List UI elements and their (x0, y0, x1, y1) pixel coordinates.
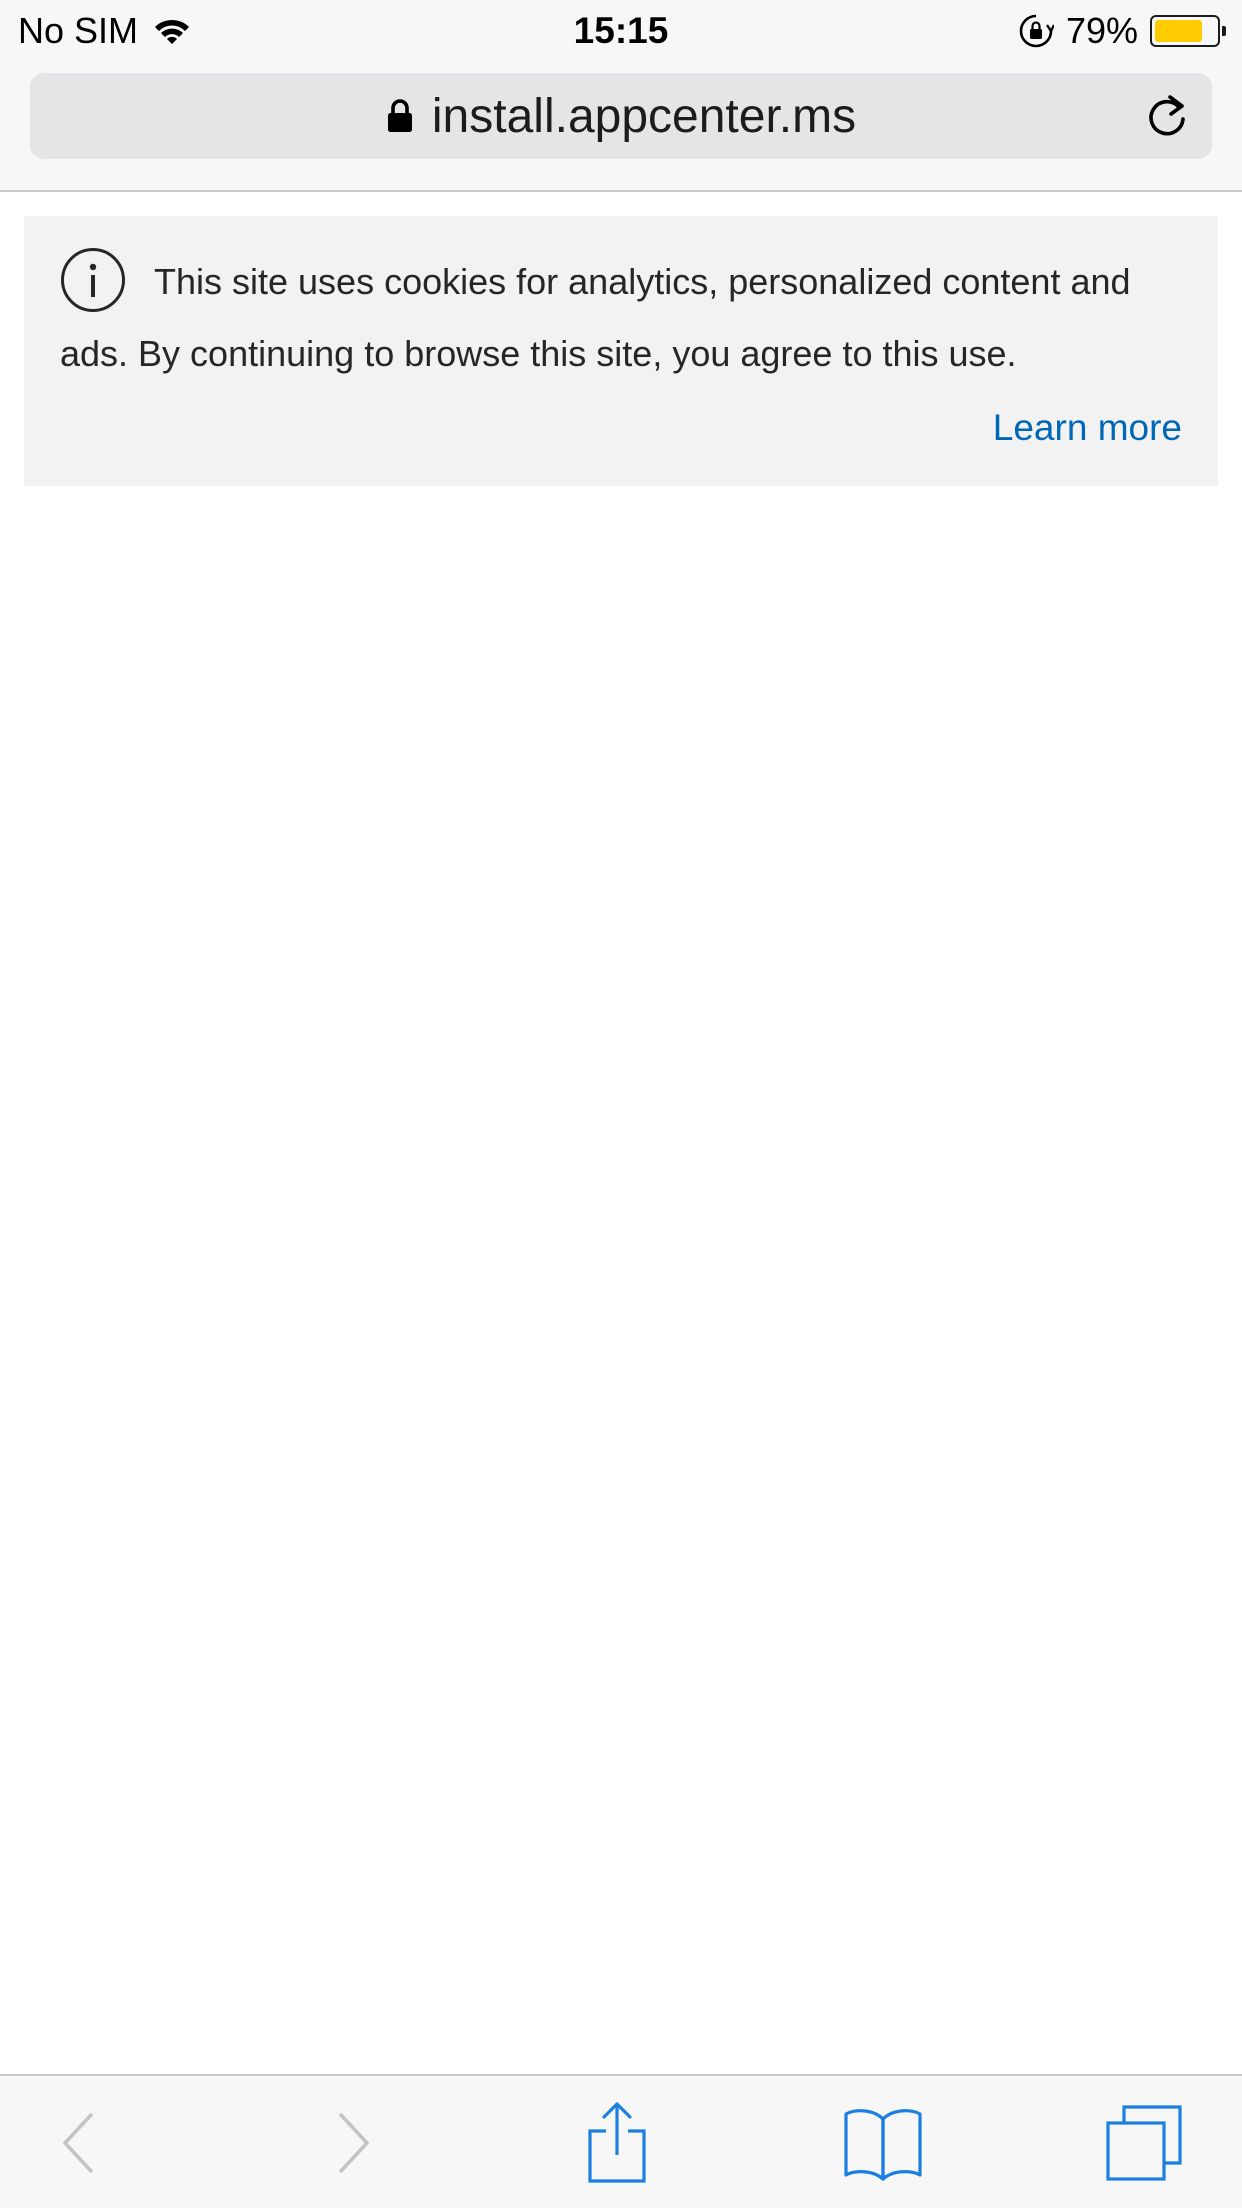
status-left: No SIM (18, 8, 192, 54)
lock-icon (387, 99, 412, 132)
status-bar: No SIM 15:15 79% (0, 0, 1242, 62)
bottom-toolbar (0, 2074, 1242, 2208)
bookmarks-button[interactable] (833, 2096, 933, 2190)
tabs-button[interactable] (1094, 2096, 1194, 2190)
learn-more-link[interactable]: Learn more (993, 392, 1182, 464)
battery-fill (1155, 20, 1203, 42)
status-right: 79% (1018, 8, 1226, 54)
address-bar[interactable]: install.appcenter.ms (30, 73, 1212, 159)
cookie-text-block: This site uses cookies for analytics, pe… (60, 246, 1180, 390)
cookie-banner: This site uses cookies for analytics, pe… (24, 216, 1218, 486)
browser-top-chrome: No SIM 15:15 79% install.appcenter.ms (0, 0, 1242, 192)
url-text[interactable]: install.appcenter.ms (432, 89, 856, 144)
reload-icon (1149, 95, 1185, 136)
battery-percent: 79% (1065, 10, 1138, 51)
chevron-left-icon (63, 2113, 93, 2173)
carrier-label: No SIM (18, 10, 139, 51)
share-icon (588, 2102, 646, 2183)
chevron-right-icon (339, 2113, 369, 2173)
forward-button[interactable] (304, 2096, 404, 2190)
share-button[interactable] (567, 2096, 667, 2190)
reload-button[interactable] (1142, 91, 1192, 141)
back-button[interactable] (28, 2096, 128, 2190)
wifi-icon (155, 19, 190, 44)
battery-body (1150, 15, 1220, 47)
rotation-lock-icon (1019, 14, 1054, 48)
cookie-message: This site uses cookies for analytics, pe… (60, 261, 1131, 374)
tabs-icon (1106, 2105, 1182, 2181)
address-content[interactable]: install.appcenter.ms (30, 73, 1212, 159)
battery-icon (1150, 15, 1226, 47)
book-icon (844, 2109, 922, 2181)
battery-tip (1222, 26, 1226, 36)
info-icon (60, 247, 126, 313)
